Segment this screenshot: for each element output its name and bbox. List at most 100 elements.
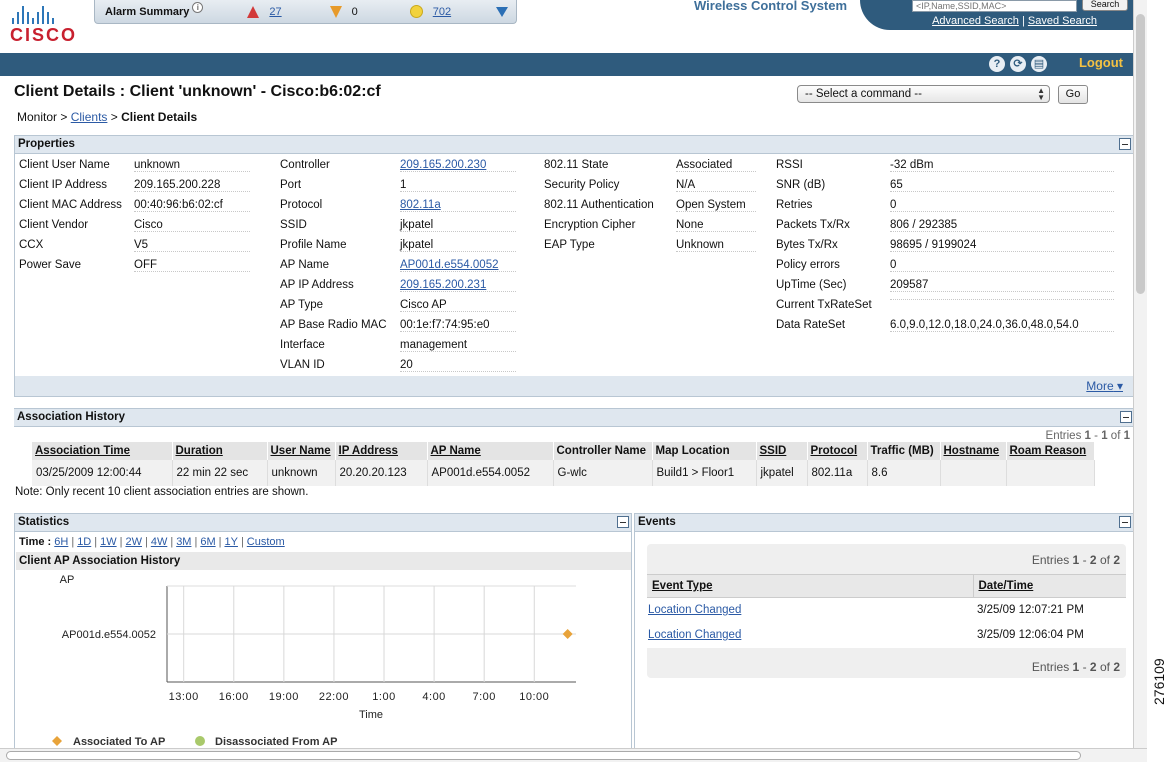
property-row: Data RateSet 6.0,9.0,12.0,18.0,24.0,36.0,… bbox=[776, 316, 1114, 336]
property-label: AP Type bbox=[280, 299, 324, 311]
events-table: Event Type Date/Time Location Changed 3/2… bbox=[647, 574, 1126, 648]
cisco-bars-icon bbox=[12, 4, 76, 24]
print-icon[interactable]: ▤ bbox=[1031, 56, 1047, 72]
property-row: AP Base Radio MAC 00:1e:f7:74:95:e0 bbox=[280, 316, 516, 336]
horizontal-scroll-thumb[interactable] bbox=[6, 751, 1081, 760]
property-value: 0 bbox=[890, 199, 1114, 212]
event-date-time: 3/25/09 12:07:21 PM bbox=[973, 597, 1126, 623]
collapse-icon[interactable] bbox=[617, 516, 629, 528]
time-range-link[interactable]: Custom bbox=[247, 536, 285, 548]
statistics-panel: Statistics Time : 6H | 1D | 1W | 2W | 4W | 3M | 6M | 1… bbox=[14, 513, 632, 753]
property-value: N/A bbox=[676, 179, 756, 192]
property-label: Retries bbox=[776, 199, 813, 211]
time-range-link[interactable]: 6M bbox=[200, 536, 215, 548]
info-icon[interactable]: i bbox=[192, 2, 204, 13]
property-row: Client User Name unknown bbox=[15, 156, 250, 176]
association-column-header[interactable]: User Name bbox=[267, 442, 336, 460]
property-row: Protocol 802.11a bbox=[280, 196, 516, 216]
x-tick-label: 22:00 bbox=[319, 691, 349, 703]
property-value: 1 bbox=[400, 179, 516, 192]
event-type-link[interactable]: Location Changed bbox=[648, 604, 741, 616]
event-type-header[interactable]: Event Type bbox=[647, 574, 974, 598]
association-column-header[interactable]: Association Time bbox=[32, 442, 173, 460]
association-column-header[interactable]: Hostname bbox=[940, 442, 1007, 460]
property-value: management bbox=[400, 339, 516, 352]
collapse-icon[interactable] bbox=[1119, 138, 1131, 150]
properties-column-client: Client User Name unknown Client IP Address… bbox=[15, 156, 250, 276]
collapse-icon[interactable] bbox=[1119, 516, 1131, 528]
logout-link[interactable]: Logout bbox=[1079, 55, 1123, 70]
property-label: 802.11 Authentication bbox=[544, 199, 654, 211]
table-cell: AP001d.e554.0052 bbox=[427, 460, 554, 486]
major-alarm-icon bbox=[329, 5, 342, 18]
property-value: Cisco AP bbox=[400, 299, 516, 312]
property-value-link[interactable]: 802.11a bbox=[400, 199, 516, 212]
association-column-header[interactable]: Protocol bbox=[807, 442, 868, 460]
property-value: 806 / 292385 bbox=[890, 219, 1114, 232]
association-column-header[interactable]: Roam Reason bbox=[1006, 442, 1095, 460]
property-label: Client User Name bbox=[19, 159, 110, 171]
association-column-header[interactable]: IP Address bbox=[335, 442, 428, 460]
vertical-scrollbar[interactable] bbox=[1133, 0, 1147, 748]
property-value-link[interactable]: AP001d.e554.0052 bbox=[400, 259, 516, 272]
app-title: Wireless Control System bbox=[694, 0, 848, 13]
property-row: UpTime (Sec) 209587 bbox=[776, 276, 1114, 296]
property-row: Security Policy N/A bbox=[544, 176, 756, 196]
property-row: VLAN ID 20 bbox=[280, 356, 516, 376]
time-range-link[interactable]: 2W bbox=[125, 536, 142, 548]
data-point-associated bbox=[562, 629, 573, 639]
table-cell: 802.11a bbox=[807, 460, 868, 486]
association-column-header[interactable]: Duration bbox=[172, 442, 268, 460]
breadcrumb: Monitor > Clients > Client Details bbox=[17, 110, 198, 124]
time-range-link[interactable]: 3M bbox=[176, 536, 191, 548]
property-value-link[interactable]: 209.165.200.230 bbox=[400, 159, 516, 172]
alarm-summary-label: Alarm Summary bbox=[105, 5, 190, 18]
time-range-link[interactable]: 1Y bbox=[224, 536, 237, 548]
property-label: AP IP Address bbox=[280, 279, 354, 291]
minor-alarm-icon bbox=[409, 5, 423, 18]
search-input[interactable] bbox=[912, 0, 1077, 12]
refresh-icon[interactable]: ⟳ bbox=[1010, 56, 1026, 72]
search-button[interactable]: Search bbox=[1082, 0, 1128, 11]
events-panel: Events Entries 1 - 2 of 2 Event Type Dat… bbox=[634, 513, 1134, 753]
property-label: Encryption Cipher bbox=[544, 219, 636, 231]
time-range-link[interactable]: 4W bbox=[151, 536, 168, 548]
property-row: 802.11 Authentication Open System bbox=[544, 196, 756, 216]
property-label: Current TxRateSet bbox=[776, 299, 872, 311]
breadcrumb-clients-link[interactable]: Clients bbox=[71, 110, 108, 124]
time-range-link[interactable]: 1W bbox=[100, 536, 117, 548]
chart-title: Client AP Association History bbox=[16, 552, 631, 570]
property-label: Bytes Tx/Rx bbox=[776, 239, 838, 251]
command-select[interactable]: -- Select a command -- ▲ ▼ bbox=[797, 85, 1050, 103]
event-type-link[interactable]: Location Changed bbox=[648, 629, 741, 641]
horizontal-scrollbar[interactable] bbox=[0, 748, 1147, 762]
table-row: 03/25/2009 12:00:44 22 min 22 sec unknown 2… bbox=[32, 460, 1095, 486]
association-table: Association Time Duration User Name IP Addr… bbox=[32, 442, 1095, 486]
alarm-dropdown-icon[interactable] bbox=[496, 6, 508, 17]
go-button[interactable]: Go bbox=[1058, 85, 1088, 104]
select-arrows-icon: ▲ ▼ bbox=[1037, 86, 1045, 102]
property-label: CCX bbox=[19, 239, 44, 251]
minor-alarm-count[interactable]: 702 bbox=[433, 6, 451, 18]
advanced-search-link[interactable]: Advanced Search bbox=[932, 15, 1019, 27]
help-icon[interactable]: ? bbox=[989, 56, 1005, 72]
time-range-link[interactable]: 6H bbox=[54, 536, 68, 548]
vertical-scroll-thumb[interactable] bbox=[1136, 14, 1145, 294]
association-column-header[interactable]: AP Name bbox=[427, 442, 554, 460]
property-label: Power Save bbox=[19, 259, 82, 271]
collapse-icon[interactable] bbox=[1120, 411, 1132, 423]
time-range-row: Time : 6H | 1D | 1W | 2W | 4W | 3M | 6M | 1Y | Custom bbox=[19, 536, 285, 548]
time-range-link[interactable]: 1D bbox=[77, 536, 91, 548]
property-label: Client IP Address bbox=[19, 179, 108, 191]
more-link[interactable]: More ▾ bbox=[1086, 379, 1123, 393]
association-column-header: Controller Name bbox=[553, 442, 653, 460]
association-chart: 13:00 16:00 19:00 22:00 1:00 4:00 7:00 10:00 AP0… bbox=[52, 574, 576, 748]
association-column-header[interactable]: SSID bbox=[756, 442, 808, 460]
property-row: Client IP Address 209.165.200.228 bbox=[15, 176, 250, 196]
property-row: SSID jkpatel bbox=[280, 216, 516, 236]
saved-search-link[interactable]: Saved Search bbox=[1028, 15, 1097, 27]
alarm-summary-bar: Alarm Summary i 27 0 702 bbox=[94, 0, 517, 24]
critical-alarm-count[interactable]: 27 bbox=[269, 6, 281, 18]
property-value-link[interactable]: 209.165.200.231 bbox=[400, 279, 516, 292]
date-time-header[interactable]: Date/Time bbox=[973, 574, 1126, 598]
